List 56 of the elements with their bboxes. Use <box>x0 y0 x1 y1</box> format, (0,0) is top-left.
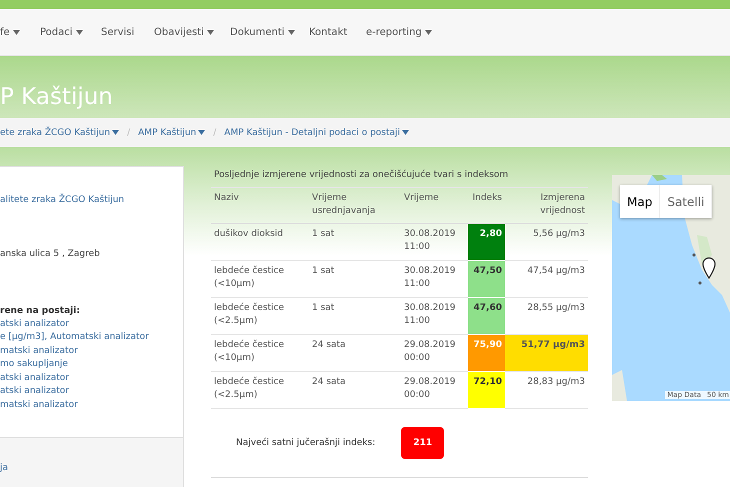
caret-icon <box>402 130 410 134</box>
measurement-link[interactable]: e [µg/m3], Automatski analizator <box>0 331 183 344</box>
max-index-label: Najveći satni jučerašnji indeks: <box>236 438 376 448</box>
breadcrumb-separator: / <box>213 128 216 138</box>
index-cell: 2,80 <box>468 224 505 260</box>
page-title: P Kaštijun <box>0 84 113 110</box>
table-cell: 1 sat <box>309 224 401 261</box>
nav-item[interactable]: Obavijesti <box>154 26 230 38</box>
measurement-link[interactable]: atski analizator <box>0 318 183 331</box>
measurement-link[interactable]: matski analizator <box>0 398 183 412</box>
network-link[interactable]: alitete zraka ŽCGO Kaštijun <box>0 194 183 208</box>
table-cell: 1 sat <box>309 298 401 335</box>
map-type-button[interactable]: Satelli <box>660 185 712 218</box>
column-header: Izmjerena vrijednost <box>505 188 588 224</box>
table-cell: 24 sata <box>309 335 401 372</box>
table-cell: 1 sat <box>309 261 401 298</box>
station-address: anska ulica 5 , Zagreb <box>0 248 101 258</box>
breadcrumb-link[interactable]: ete zraka ŽCGO Kaštijun <box>0 128 120 138</box>
table-caption: Posljednje izmjerene vrijednosti za onečišćujuće tvari s indeksom <box>211 166 588 188</box>
breadcrumb-link[interactable]: AMP Kaštijun - Detaljni podaci o postaji <box>224 128 410 138</box>
nav-item[interactable]: Dokumenti <box>230 26 309 38</box>
table-cell: 5,56 µg/m3 <box>505 224 588 261</box>
nav-item[interactable]: Servisi <box>101 26 154 38</box>
caret-icon <box>112 130 120 134</box>
breadcrumb-link[interactable]: AMP Kaštijun <box>138 128 206 138</box>
table-cell: 28,83 µg/m3 <box>505 372 588 409</box>
table-cell: lebdeće čestice (<2.5µm) <box>211 372 309 409</box>
map-marker-icon[interactable] <box>702 257 716 279</box>
nav-item[interactable]: Podaci <box>40 26 101 38</box>
table-cell: 51,77 µg/m3 <box>505 335 588 372</box>
table-cell: 47,54 µg/m3 <box>505 261 588 298</box>
table-cell: lebdeće čestice (<10µm) <box>211 261 309 298</box>
nav-item[interactable]: fe <box>0 26 40 38</box>
table-cell: lebdeće čestice (<2.5µm) <box>211 298 309 335</box>
measured-heading: rene na postaji: <box>0 304 81 318</box>
measurement-link[interactable]: matski analizator <box>0 344 183 358</box>
column-header: Vrijeme usrednjavanja <box>309 188 401 224</box>
column-header: Naziv <box>211 188 309 224</box>
measurement-link[interactable]: atski analizator <box>0 385 183 398</box>
measurement-link[interactable]: atski analizator <box>0 372 183 385</box>
column-header: Vrijeme <box>401 188 468 224</box>
caret-icon <box>198 130 206 134</box>
map-type-button[interactable]: Map <box>620 185 660 218</box>
max-index-badge: 211 <box>401 427 444 459</box>
index-cell: 47,50 <box>468 261 505 297</box>
table-cell: 24 sata <box>309 372 401 409</box>
nav-item[interactable]: e-reporting <box>366 26 436 38</box>
table-cell: dušikov dioksid <box>211 224 309 261</box>
index-cell: 72,10 <box>468 372 505 408</box>
nav-item[interactable]: Kontakt <box>309 26 366 38</box>
index-cell: 47,60 <box>468 298 505 334</box>
index-cell: 75,90 <box>468 335 505 371</box>
measurement-link[interactable]: mo sakupljanje <box>0 358 183 372</box>
breadcrumb-separator: / <box>127 128 130 138</box>
card-footer-link[interactable]: ja <box>0 463 8 473</box>
table-cell: lebdeće čestice (<10µm) <box>211 335 309 372</box>
